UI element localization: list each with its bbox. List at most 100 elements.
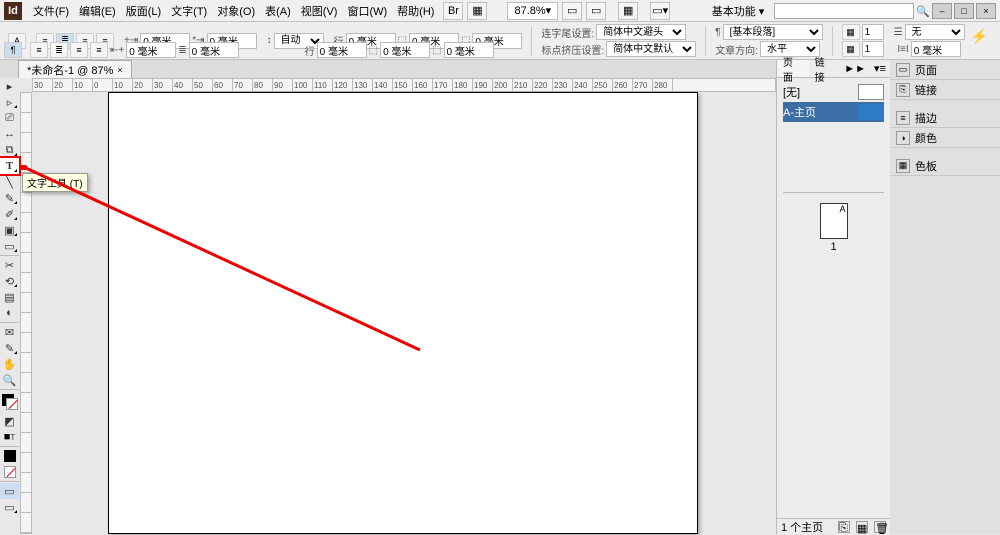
delete-page-icon[interactable]: 🗑 <box>874 521 886 533</box>
tab-pages[interactable]: 页面 <box>777 60 809 77</box>
eyedropper-tool[interactable]: ✎ <box>0 340 19 356</box>
align-bottom-icon[interactable]: ≡ <box>90 42 108 58</box>
selection-tool[interactable]: ▸ <box>0 78 19 94</box>
gap-tool[interactable]: ↔ <box>0 126 19 142</box>
menu-edit[interactable]: 编辑(E) <box>74 0 121 21</box>
vertical-ruler[interactable] <box>20 92 32 534</box>
ruler-tick: 170 <box>433 79 453 91</box>
panel-button-链接[interactable]: ⎘链接 <box>890 80 1000 100</box>
line-tool[interactable]: ╲ <box>0 174 19 190</box>
view-mode-icon2[interactable]: ▭ <box>586 2 606 20</box>
help-search-input[interactable] <box>774 3 914 19</box>
formatting-container-icon[interactable]: ■T <box>0 429 19 445</box>
space-after-c[interactable] <box>444 42 494 58</box>
panel-button-页面[interactable]: ▭页面 <box>890 60 1000 80</box>
apply-color-icon[interactable] <box>0 448 19 464</box>
hand-tool[interactable]: ✋ <box>0 356 19 372</box>
ruler-tick: 30 <box>153 79 173 91</box>
toolbox-separator <box>0 255 19 256</box>
stock-icon[interactable]: ▦ <box>467 2 487 20</box>
direct-selection-tool[interactable]: ▹ <box>0 94 19 110</box>
panel-collapse-icon[interactable]: ►► <box>840 63 870 75</box>
align-center2-icon[interactable]: ≡ <box>70 42 88 58</box>
default-fill-stroke[interactable]: ◩ <box>0 413 19 429</box>
window-minimize-button[interactable]: – <box>932 3 952 19</box>
normal-view-mode[interactable]: ▭ <box>0 483 19 499</box>
span-size-field[interactable] <box>911 41 961 57</box>
master-a-row[interactable]: A-主页 <box>783 102 884 122</box>
pen-tool[interactable]: ✎ <box>0 190 19 206</box>
menu-object[interactable]: 对象(O) <box>212 0 260 21</box>
rect-frame-tool[interactable]: ▣ <box>0 222 19 238</box>
zoom-tool[interactable]: 🔍 <box>0 372 19 388</box>
document-tab[interactable]: *未命名-1 @ 87% × <box>18 60 132 78</box>
page-tool[interactable]: ⎚ <box>0 110 19 126</box>
document-tab-close-icon[interactable]: × <box>117 65 122 75</box>
menu-view[interactable]: 视图(V) <box>296 0 343 21</box>
lastline-indent-field[interactable] <box>189 42 239 58</box>
span-size-icon: I≡I <box>897 44 908 55</box>
mojikumi-select[interactable]: 简体中文默认 <box>606 41 696 57</box>
space-after-a[interactable] <box>317 42 367 58</box>
page-1-thumbnail[interactable]: A 1 <box>783 203 884 253</box>
menu-table[interactable]: 表(A) <box>260 0 296 21</box>
scissors-tool[interactable]: ✂ <box>0 257 19 273</box>
align-top-icon[interactable]: ≡ <box>30 42 48 58</box>
window-close-button[interactable]: × <box>976 3 996 19</box>
para-style-select[interactable]: [基本段落] <box>723 24 823 40</box>
panel-button-描边[interactable]: ≡描边 <box>890 108 1000 128</box>
tab-links[interactable]: 链接 <box>809 60 841 77</box>
grid-cols-icon[interactable]: ▦ <box>842 24 860 40</box>
para-format-icon[interactable]: ¶ <box>4 42 22 58</box>
kinsoku-head-label: 连字尾设置: <box>541 25 594 40</box>
master-none-row[interactable]: [无] <box>783 82 884 102</box>
edit-page-size-icon[interactable]: ⎘ <box>838 521 850 533</box>
menu-window[interactable]: 窗口(W) <box>342 0 392 21</box>
panel-divider[interactable] <box>783 192 884 193</box>
panel-button-label: 页面 <box>915 62 937 78</box>
grid-rows-icon[interactable]: ▦ <box>842 41 860 57</box>
arrange-icon[interactable]: ▦ <box>618 2 638 20</box>
free-transform-tool[interactable]: ⟲ <box>0 273 19 289</box>
quick-apply-icon[interactable]: ⚡ <box>971 28 988 45</box>
grid-cols-field[interactable] <box>862 24 884 40</box>
window-maximize-button[interactable]: □ <box>954 3 974 19</box>
horizontal-ruler[interactable]: 3020100102030405060708090100110120130140… <box>32 78 776 92</box>
ruler-tick: 100 <box>293 79 313 91</box>
fill-stroke-proxy[interactable] <box>0 391 19 413</box>
gradient-swatch-tool[interactable]: ▤ <box>0 289 19 305</box>
zoom-level-display[interactable]: 87.8% ▾ <box>507 2 558 20</box>
rect-tool[interactable]: ▭ <box>0 238 19 254</box>
screen-mode-icon[interactable]: ▭▾ <box>650 2 670 20</box>
ruler-tick <box>21 493 31 513</box>
menu-layout[interactable]: 版面(L) <box>121 0 166 21</box>
pencil-tool[interactable]: ✐ <box>0 206 19 222</box>
space-after-b[interactable] <box>380 42 430 58</box>
view-mode-icon[interactable]: ▭ <box>562 2 582 20</box>
ruler-tick: 250 <box>593 79 613 91</box>
menu-help[interactable]: 帮助(H) <box>392 0 439 21</box>
preview-mode[interactable]: ▭ <box>0 499 19 515</box>
zoom-value: 87.8% <box>514 5 545 17</box>
ruler-tick: 20 <box>133 79 153 91</box>
type-tool[interactable]: T <box>0 158 19 174</box>
kinsoku-head-select[interactable]: 简体中文避头 <box>596 24 686 40</box>
note-tool[interactable]: ✉ <box>0 324 19 340</box>
workspace-switcher[interactable]: 基本功能 ▾ <box>704 3 773 19</box>
span-select[interactable]: 无 <box>905 24 965 40</box>
content-collector-tool[interactable]: ⧉ <box>0 142 19 158</box>
new-page-icon[interactable]: ▦ <box>856 521 868 533</box>
right-indent-field[interactable] <box>126 42 176 58</box>
panel-menu-icon[interactable]: ▾≡ <box>870 62 890 75</box>
document-page[interactable] <box>108 92 698 534</box>
ruler-tick <box>21 513 31 533</box>
apply-none-icon[interactable] <box>0 464 19 480</box>
gradient-feather-tool[interactable]: ◐ <box>0 305 19 321</box>
panel-button-色板[interactable]: ▦色板 <box>890 156 1000 176</box>
grid-rows-field[interactable] <box>862 41 884 57</box>
bridge-icon[interactable]: Br <box>443 2 463 20</box>
menu-file[interactable]: 文件(F) <box>28 0 74 21</box>
menu-type[interactable]: 文字(T) <box>166 0 212 21</box>
panel-button-颜色[interactable]: ◑颜色 <box>890 128 1000 148</box>
align-justify2-icon[interactable]: ≣ <box>50 42 68 58</box>
